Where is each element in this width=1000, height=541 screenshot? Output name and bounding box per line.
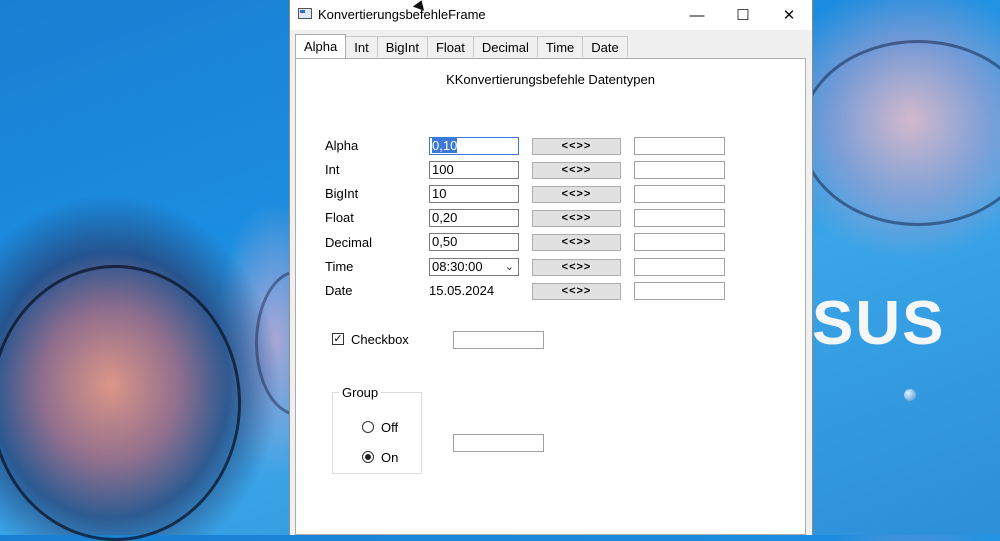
- tab-bar: Alpha Int BigInt Float Decimal Time Date: [295, 34, 628, 58]
- alpha-convert-button[interactable]: <<>>: [532, 138, 621, 155]
- chevron-down-icon[interactable]: ⌄: [505, 259, 514, 275]
- alpha-label: Alpha: [325, 138, 359, 153]
- tab-float[interactable]: Float: [426, 36, 474, 57]
- tab-alpha[interactable]: Alpha: [295, 34, 347, 58]
- radio-off-label[interactable]: Off: [381, 420, 398, 435]
- group-label: Group: [339, 385, 382, 400]
- float-output[interactable]: [634, 209, 725, 227]
- date-convert-button[interactable]: <<>>: [532, 283, 621, 300]
- float-convert-button[interactable]: <<>>: [532, 210, 621, 227]
- radio-off[interactable]: [362, 421, 374, 433]
- alpha-input[interactable]: 0,10: [429, 137, 519, 155]
- close-button[interactable]: ✕: [766, 0, 812, 30]
- time-convert-button[interactable]: <<>>: [532, 259, 621, 276]
- minimize-icon: —: [689, 6, 705, 24]
- decimal-input[interactable]: 0,50: [429, 233, 519, 251]
- close-icon: ✕: [782, 7, 796, 24]
- time-label: Time: [325, 259, 354, 274]
- panel-heading: KKonvertierungsbefehle Datentypen: [446, 72, 655, 87]
- tab-time[interactable]: Time: [536, 36, 584, 57]
- desktop-bubble-right: [800, 40, 1000, 226]
- alpha-output[interactable]: [634, 137, 725, 155]
- tab-int[interactable]: Int: [345, 36, 378, 57]
- minimize-button[interactable]: —: [674, 0, 720, 30]
- alpha-value: 0,10: [432, 138, 458, 153]
- app-window: KonvertierungsbefehleFrame — ☐ ✕ Alpha I…: [289, 0, 813, 535]
- decimal-output[interactable]: [634, 233, 725, 251]
- bigint-convert-button[interactable]: <<>>: [532, 186, 621, 203]
- time-value: 08:30:00: [432, 259, 483, 274]
- tab-panel-alpha: KKonvertierungsbefehle Datentypen Alpha …: [295, 58, 806, 535]
- decimal-convert-button[interactable]: <<>>: [532, 234, 621, 251]
- radio-on[interactable]: [362, 451, 374, 463]
- desktop-bubble-left: [0, 265, 241, 541]
- decimal-label: Decimal: [325, 235, 372, 250]
- time-output[interactable]: [634, 258, 725, 276]
- tab-date[interactable]: Date: [582, 36, 628, 57]
- desktop-brand-logo: SUS: [812, 289, 946, 358]
- maximize-button[interactable]: ☐: [720, 0, 766, 30]
- int-label: Int: [325, 162, 340, 177]
- app-icon: [298, 8, 312, 19]
- desktop-droplet: [904, 389, 916, 401]
- date-value[interactable]: 15.05.2024: [429, 283, 494, 298]
- int-output[interactable]: [634, 161, 725, 179]
- float-input[interactable]: 0,20: [429, 209, 519, 227]
- checkbox-output[interactable]: [453, 331, 544, 349]
- date-output[interactable]: [634, 282, 725, 300]
- window-title: KonvertierungsbefehleFrame: [318, 7, 486, 22]
- maximize-icon: ☐: [736, 7, 750, 24]
- time-picker[interactable]: 08:30:00 ⌄: [429, 258, 519, 276]
- group-output[interactable]: [453, 434, 544, 452]
- bigint-label: BigInt: [325, 186, 359, 201]
- group-box: [332, 392, 422, 474]
- title-bar[interactable]: KonvertierungsbefehleFrame — ☐ ✕: [290, 0, 812, 30]
- tab-bigint[interactable]: BigInt: [376, 36, 428, 57]
- float-label: Float: [325, 210, 354, 225]
- checkbox-label[interactable]: Checkbox: [351, 332, 409, 347]
- int-convert-button[interactable]: <<>>: [532, 162, 621, 179]
- int-input[interactable]: 100: [429, 161, 519, 179]
- date-label: Date: [325, 283, 353, 298]
- tab-decimal[interactable]: Decimal: [472, 36, 538, 57]
- radio-on-label[interactable]: On: [381, 450, 398, 465]
- bigint-output[interactable]: [634, 185, 725, 203]
- checkbox-control[interactable]: ✓: [332, 333, 344, 345]
- bigint-input[interactable]: 10: [429, 185, 519, 203]
